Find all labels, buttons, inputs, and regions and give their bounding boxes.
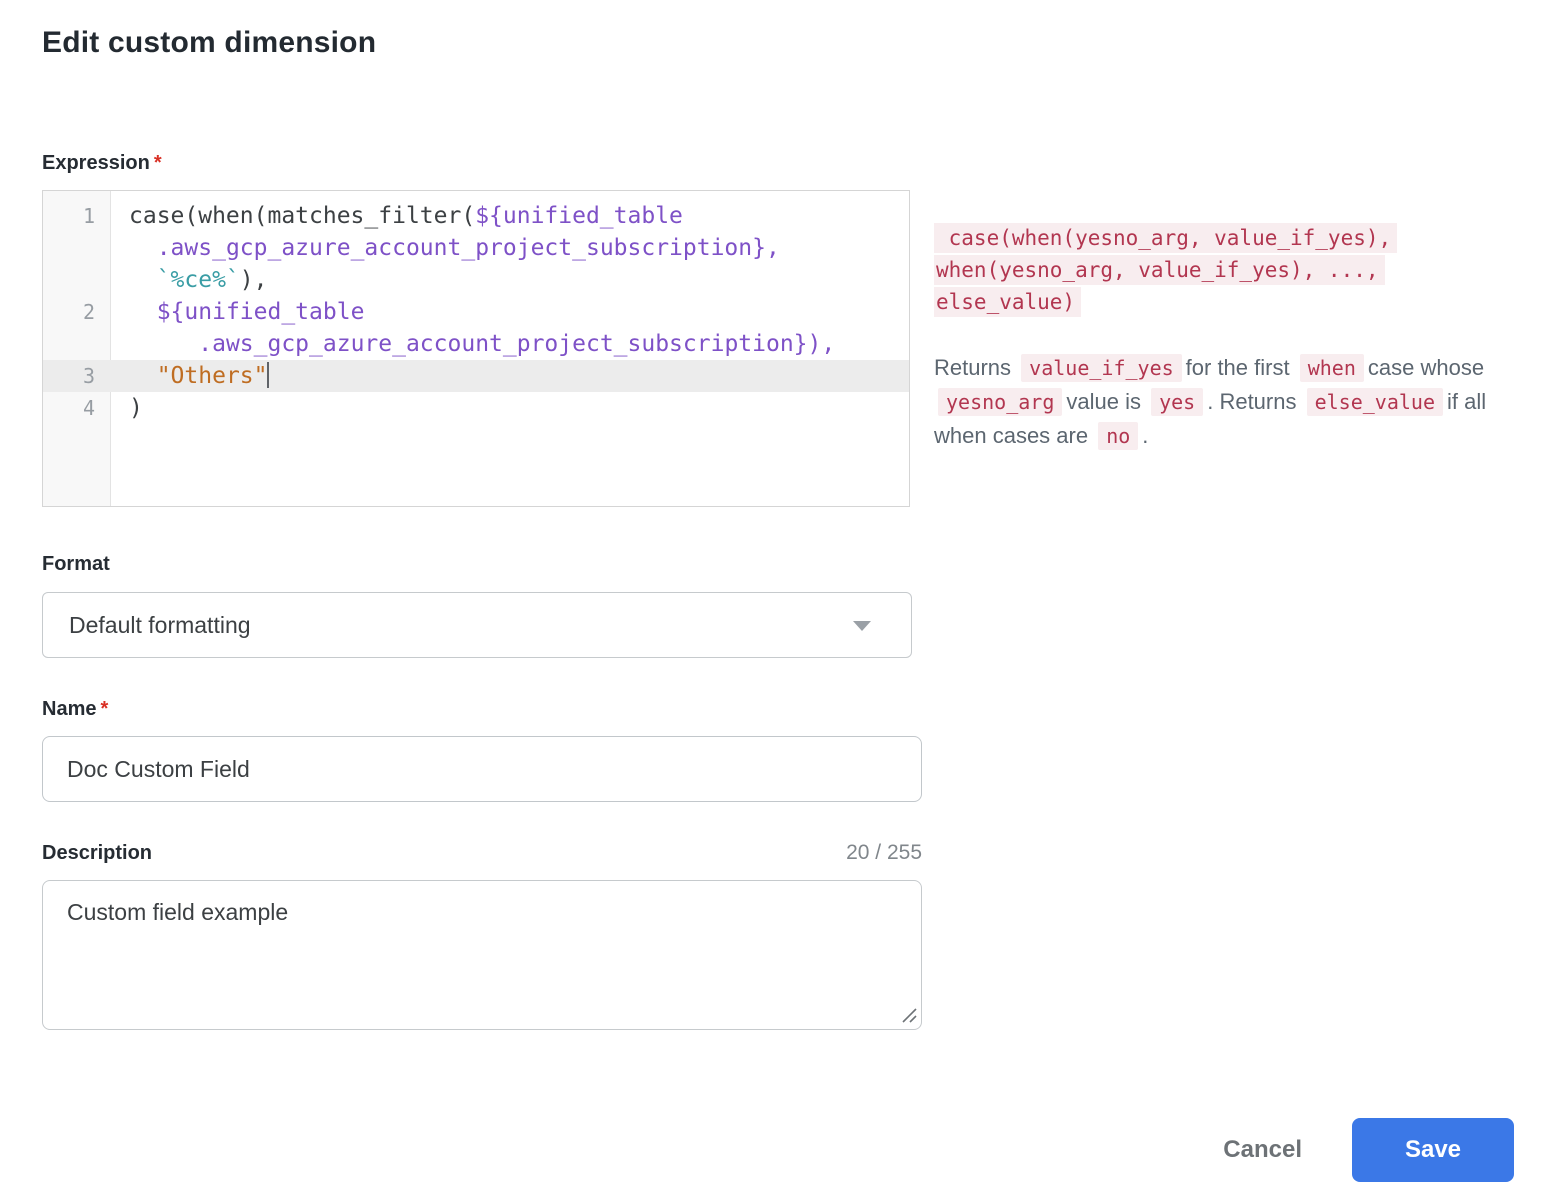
line-number: 2	[43, 296, 111, 328]
name-input[interactable]	[42, 736, 922, 802]
format-selected-value: Default formatting	[69, 612, 251, 638]
chevron-down-icon	[853, 621, 871, 631]
expression-code-editor[interactable]: 1case(when(matches_filter(${unified_tabl…	[42, 190, 910, 507]
code-line: )	[111, 392, 143, 424]
required-asterisk: *	[154, 152, 162, 174]
editor-row[interactable]: 3 "Others"	[43, 360, 909, 392]
editor-row[interactable]: 4)	[43, 392, 909, 424]
cancel-button[interactable]: Cancel	[1223, 1136, 1302, 1164]
code-line: .aws_gcp_azure_account_project_subscript…	[111, 232, 780, 264]
line-number: 3	[43, 360, 111, 392]
required-asterisk: *	[100, 698, 108, 720]
character-counter: 20 / 255	[846, 841, 922, 865]
edit-custom-dimension-dialog: Edit custom dimension Expression* 1case(…	[0, 0, 1554, 1204]
function-docs-panel: case(when(yesno_arg, value_if_yes),when(…	[934, 222, 1494, 453]
line-number: 1	[43, 200, 111, 232]
save-button[interactable]: Save	[1352, 1118, 1514, 1182]
code-line: .aws_gcp_azure_account_project_subscript…	[111, 328, 835, 360]
expression-editor-rows: 1case(when(matches_filter(${unified_tabl…	[43, 191, 909, 424]
name-label: Name*	[42, 698, 108, 721]
code-line: case(when(matches_filter(${unified_table	[111, 200, 683, 232]
page-title: Edit custom dimension	[42, 26, 376, 60]
function-signature: case(when(yesno_arg, value_if_yes),when(…	[934, 222, 1494, 318]
description-label: Description	[42, 842, 152, 865]
editor-row[interactable]: .aws_gcp_azure_account_project_subscript…	[43, 328, 909, 360]
name-label-text: Name	[42, 698, 96, 720]
code-line: ${unified_table	[111, 296, 364, 328]
text-cursor	[267, 362, 269, 388]
description-header: Description 20 / 255	[42, 841, 922, 865]
code-line: "Others"	[111, 360, 269, 392]
editor-row[interactable]: 2 ${unified_table	[43, 296, 909, 328]
dialog-footer: Cancel Save	[1223, 1118, 1514, 1182]
line-number	[43, 264, 111, 296]
line-number	[43, 328, 111, 360]
editor-row[interactable]: 1case(when(matches_filter(${unified_tabl…	[43, 200, 909, 232]
editor-row[interactable]: .aws_gcp_azure_account_project_subscript…	[43, 232, 909, 264]
line-number	[43, 232, 111, 264]
editor-row[interactable]: `%ce%`),	[43, 264, 909, 296]
function-description: Returns value_if_yesfor the first whenca…	[934, 351, 1494, 453]
code-line: `%ce%`),	[111, 264, 268, 296]
resize-handle-icon[interactable]	[901, 1007, 917, 1023]
expression-label-text: Expression	[42, 152, 150, 174]
format-label: Format	[42, 553, 110, 576]
description-textarea[interactable]: Custom field example	[42, 880, 922, 1030]
format-select[interactable]: Default formatting	[42, 592, 912, 658]
line-number: 4	[43, 392, 111, 424]
expression-label: Expression*	[42, 152, 162, 175]
